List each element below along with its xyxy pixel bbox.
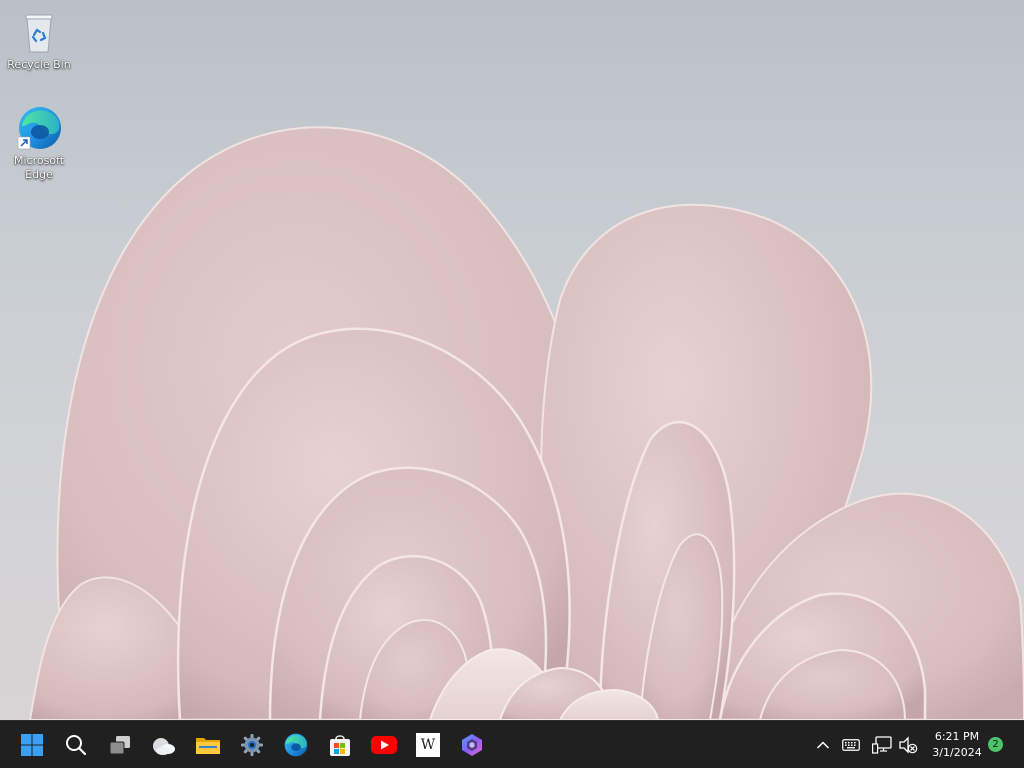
recycle-bin-icon — [25, 14, 53, 53]
input-indicator-button[interactable] — [839, 733, 863, 757]
task-view-icon — [109, 736, 130, 755]
edge-icon — [17, 107, 61, 150]
widgets-button[interactable] — [146, 727, 182, 763]
start-button[interactable] — [14, 727, 50, 763]
youtube-button[interactable] — [366, 727, 402, 763]
volume-muted-icon — [899, 736, 918, 754]
weather-widget-icon — [153, 738, 175, 755]
network-icon — [872, 736, 892, 754]
wallpaper-bloom — [28, 126, 1024, 720]
gear-icon — [241, 734, 263, 756]
edge-taskbar-button[interactable] — [278, 727, 314, 763]
clock-time: 6:21 PM — [934, 730, 980, 743]
wikipedia-button[interactable]: W — [410, 727, 446, 763]
file-explorer-button[interactable] — [190, 727, 226, 763]
copilot-icon — [462, 734, 482, 756]
notification-badge[interactable]: 2 — [988, 737, 1003, 752]
search-button[interactable] — [58, 727, 94, 763]
store-button[interactable] — [322, 727, 358, 763]
wikipedia-icon: W — [416, 733, 440, 757]
show-hidden-icons-button[interactable] — [811, 733, 835, 757]
youtube-icon — [371, 736, 397, 754]
network-button[interactable] — [870, 733, 894, 757]
clock-date: 3/1/2024 — [932, 746, 982, 759]
desktop[interactable]: Recycle Bin Microsoft Edge — [0, 0, 1024, 720]
desktop-icon-label: Microsoft Edge — [13, 154, 65, 181]
copilot-button[interactable] — [454, 727, 490, 763]
clock-button[interactable]: 6:21 PM 3/1/2024 — [925, 729, 989, 761]
edge-icon — [284, 733, 308, 757]
search-icon — [66, 735, 87, 756]
wikipedia-letter: W — [420, 737, 436, 753]
windows-start-icon — [21, 734, 43, 756]
volume-button[interactable] — [896, 733, 920, 757]
keyboard-icon — [842, 739, 860, 751]
taskbar: W 6:21 PM 3/1/2024 2 — [0, 720, 1024, 768]
folder-icon — [196, 738, 220, 754]
store-icon — [330, 735, 350, 756]
settings-button[interactable] — [234, 727, 270, 763]
desktop-icon-microsoft-edge[interactable]: Microsoft Edge — [1, 104, 77, 182]
desktop-icon-label: Recycle Bin — [7, 58, 71, 71]
chevron-up-icon — [816, 741, 830, 749]
task-view-button[interactable] — [102, 727, 138, 763]
desktop-icon-recycle-bin[interactable]: Recycle Bin — [1, 8, 77, 72]
